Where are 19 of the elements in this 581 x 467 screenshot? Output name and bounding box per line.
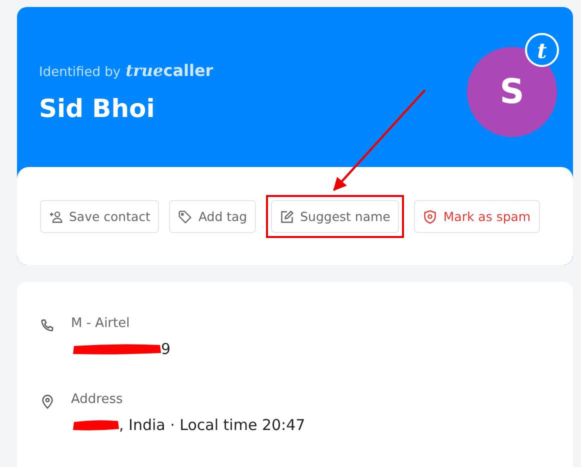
edit-icon xyxy=(280,210,294,224)
save-contact-button[interactable]: Save contact xyxy=(40,200,160,233)
truecaller-logo: truecaller xyxy=(126,61,214,80)
shield-icon xyxy=(423,210,438,224)
location-pin-icon xyxy=(40,394,55,409)
add-tag-button[interactable]: Add tag xyxy=(169,200,256,233)
detail-label: Address xyxy=(71,392,124,407)
add-person-icon xyxy=(49,210,63,224)
tag-icon xyxy=(178,210,192,224)
phone-icon xyxy=(40,318,55,333)
redaction-scribble xyxy=(71,418,121,432)
suggest-name-button[interactable]: Suggest name xyxy=(271,200,400,233)
mark-spam-button[interactable]: Mark as spam xyxy=(414,200,540,233)
contact-name: Sid Bhoi xyxy=(39,94,156,123)
identified-by-label: Identified by xyxy=(39,65,121,80)
detail-label: M - Airtel xyxy=(71,316,131,331)
detail-value: , India · Local time 20:47 xyxy=(119,416,306,434)
verified-badge: t xyxy=(525,33,559,67)
detail-value: 9 xyxy=(161,340,171,358)
